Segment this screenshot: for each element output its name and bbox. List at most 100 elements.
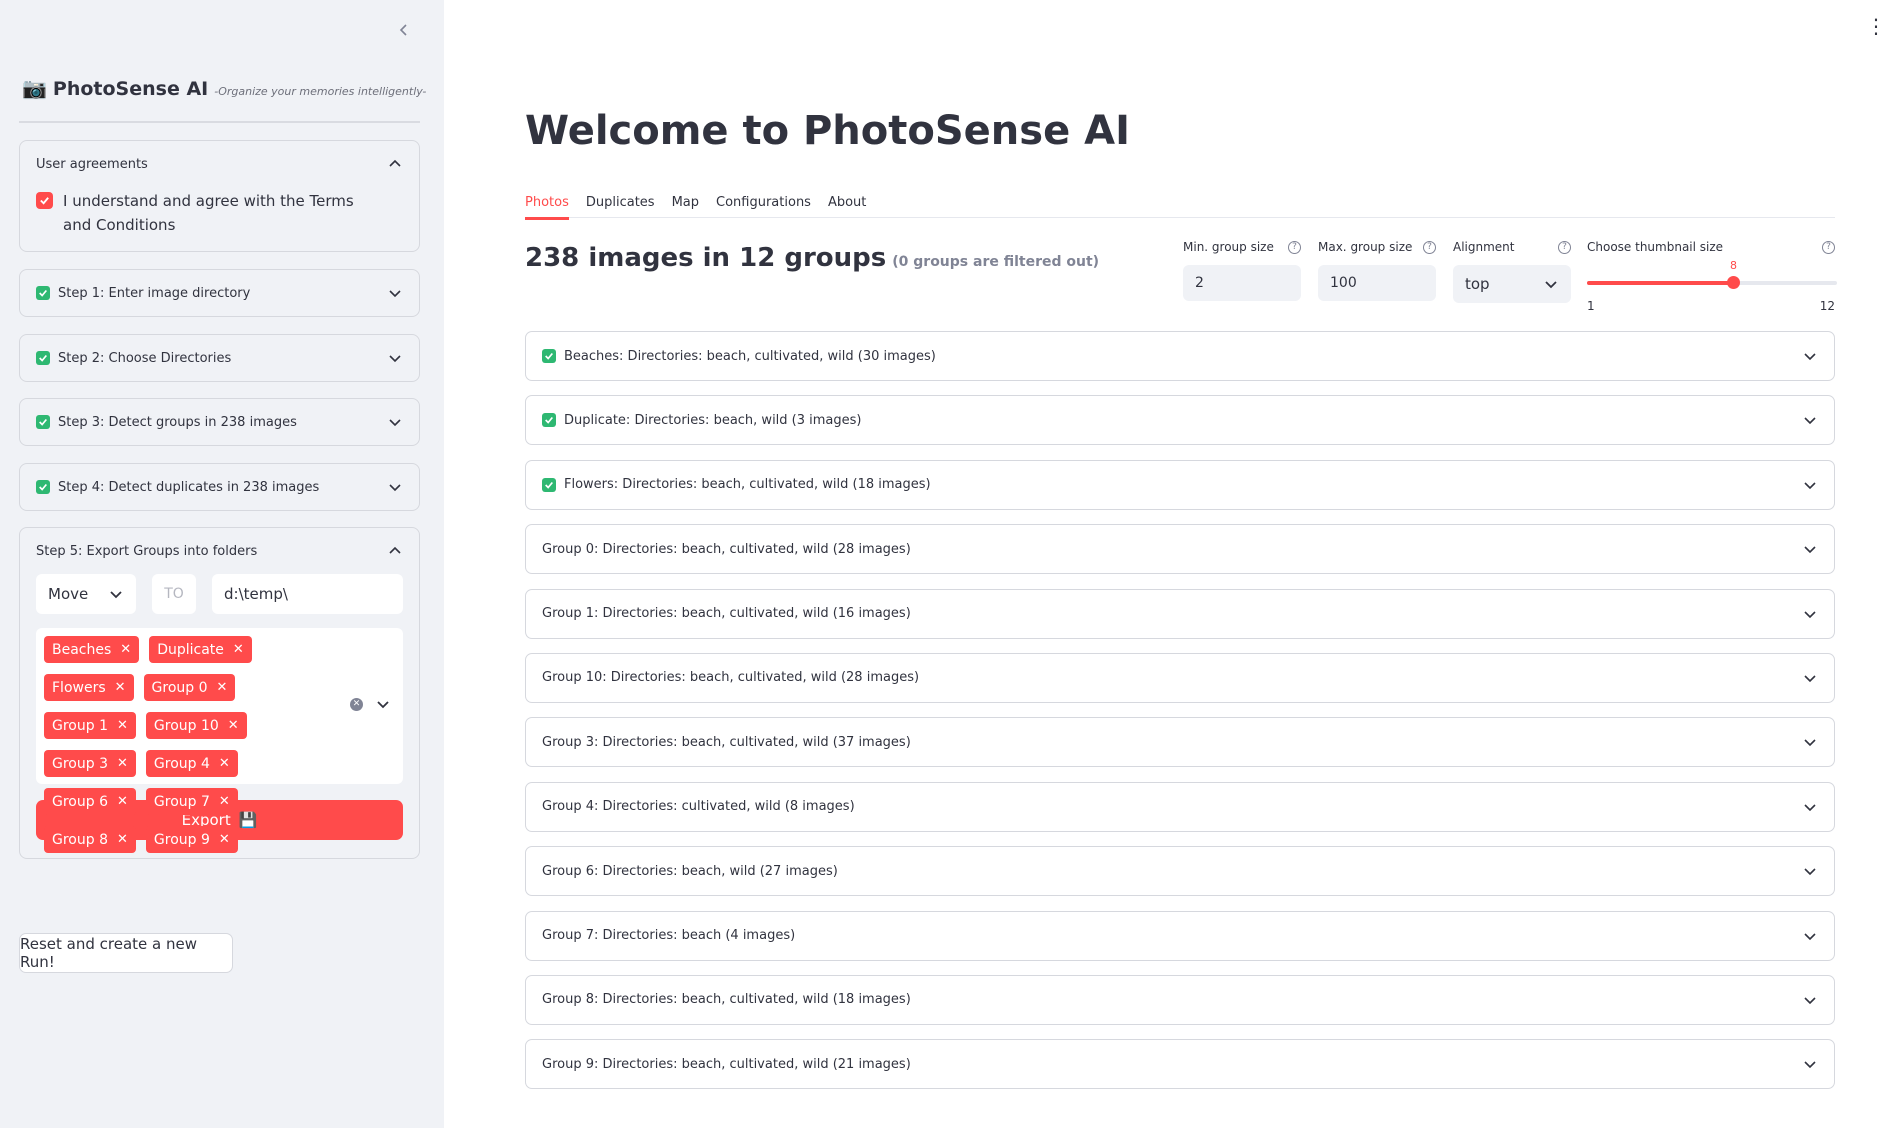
- app-title: PhotoSense AI: [52, 78, 209, 100]
- group-expander[interactable]: Group 7: Directories: beach (4 images): [525, 910, 1835, 961]
- remove-tag-icon[interactable]: ✕: [120, 642, 131, 657]
- thumbnail-size-control: Choose thumbnail size? 8 1 12: [1587, 237, 1837, 317]
- remove-tag-icon[interactable]: ✕: [219, 756, 230, 771]
- export-mode-value: Move: [48, 585, 89, 603]
- step-label: Step 2: Choose Directories: [58, 350, 232, 366]
- tag-label: Group 10: [153, 717, 219, 734]
- step-1-expander[interactable]: Step 1: Enter image directory: [19, 269, 420, 317]
- check-icon: [36, 286, 50, 300]
- tab-photos[interactable]: Photos: [525, 186, 569, 220]
- reset-button[interactable]: Reset and create a new Run!: [19, 933, 233, 973]
- tag-chip: Group 1 ✕: [44, 712, 136, 739]
- step-label: Step 1: Enter image directory: [58, 285, 251, 301]
- app-tagline: -Organize your memories intelligently-: [214, 85, 427, 98]
- remove-tag-icon[interactable]: ✕: [219, 832, 230, 847]
- user-agreements-expander: User agreements I understand and agree w…: [19, 140, 420, 252]
- step-4-expander[interactable]: Step 4: Detect duplicates in 238 images: [19, 463, 420, 511]
- group-expander[interactable]: Group 3: Directories: beach, cultivated,…: [525, 717, 1835, 768]
- user-agreements-header[interactable]: User agreements: [20, 141, 419, 187]
- tag-label: Group 6: [52, 793, 108, 810]
- thumbnail-size-slider[interactable]: [1587, 276, 1837, 289]
- export-mode-select[interactable]: Move: [36, 574, 136, 614]
- more-options-icon[interactable]: ⋮: [1866, 16, 1886, 36]
- group-label: Flowers: Directories: beach, cultivated,…: [564, 477, 931, 493]
- chevron-down-icon: [1802, 863, 1818, 879]
- slider-fill: [1587, 281, 1733, 285]
- tag-label: Group 9: [153, 831, 210, 848]
- to-label: TO: [152, 574, 196, 614]
- export-path-input[interactable]: d:\temp\: [212, 574, 403, 614]
- agree-checkbox[interactable]: [36, 192, 53, 209]
- tag-label: Beaches: [52, 641, 112, 658]
- collapse-sidebar-icon[interactable]: [392, 18, 416, 42]
- group-expander[interactable]: Group 1: Directories: beach, cultivated,…: [525, 588, 1835, 639]
- step-2-expander[interactable]: Step 2: Choose Directories: [19, 334, 420, 382]
- group-expander[interactable]: Group 10: Directories: beach, cultivated…: [525, 652, 1835, 703]
- group-expander[interactable]: Group 0: Directories: beach, cultivated,…: [525, 524, 1835, 575]
- tag-label: Group 3: [52, 755, 108, 772]
- max-group-size-control: Max. group size? 100: [1318, 237, 1436, 301]
- group-label: Group 7: Directories: beach (4 images): [542, 928, 796, 944]
- chevron-down-icon: [1802, 992, 1818, 1008]
- group-expander[interactable]: Group 6: Directories: beach, wild (27 im…: [525, 846, 1835, 897]
- sidebar: 📷 PhotoSense AI -Organize your memories …: [0, 0, 444, 1128]
- tag-label: Group 1: [52, 717, 108, 734]
- group-expander[interactable]: Duplicate: Directories: beach, wild (3 i…: [525, 395, 1835, 446]
- group-expander[interactable]: Group 8: Directories: beach, cultivated,…: [525, 974, 1835, 1025]
- remove-tag-icon[interactable]: ✕: [117, 832, 128, 847]
- chevron-down-icon: [1802, 734, 1818, 750]
- tag-chip: Group 10 ✕: [145, 712, 247, 739]
- tab-about[interactable]: About: [828, 186, 866, 218]
- tag-label: Flowers: [52, 679, 106, 696]
- group-label: Group 1: Directories: beach, cultivated,…: [542, 606, 911, 622]
- agree-checkbox-row[interactable]: I understand and agree with the Terms an…: [20, 187, 419, 251]
- group-expander[interactable]: Group 9: Directories: beach, cultivated,…: [525, 1039, 1835, 1090]
- step-label: Step 5: Export Groups into folders: [36, 543, 258, 559]
- help-icon[interactable]: ?: [1822, 240, 1835, 254]
- group-expander[interactable]: Group 4: Directories: cultivated, wild (…: [525, 781, 1835, 832]
- remove-tag-icon[interactable]: ✕: [115, 680, 126, 695]
- max-group-size-input[interactable]: 100: [1318, 265, 1436, 301]
- help-icon[interactable]: ?: [1423, 240, 1436, 254]
- step-5-header[interactable]: Step 5: Export Groups into folders: [20, 528, 419, 574]
- chevron-down-icon: [1802, 1056, 1818, 1072]
- step-3-expander[interactable]: Step 3: Detect groups in 238 images: [19, 398, 420, 446]
- chevron-down-icon: [1802, 477, 1818, 493]
- chevron-down-icon[interactable]: [375, 696, 391, 712]
- tag-label: Group 8: [52, 831, 108, 848]
- check-icon: [542, 413, 556, 428]
- group-expander[interactable]: Beaches: Directories: beach, cultivated,…: [525, 331, 1835, 381]
- chevron-down-icon: [1802, 928, 1818, 944]
- remove-tag-icon[interactable]: ✕: [217, 680, 228, 695]
- remove-tag-icon[interactable]: ✕: [228, 718, 239, 733]
- clear-icon[interactable]: ✕: [350, 697, 363, 711]
- remove-tag-icon[interactable]: ✕: [219, 794, 230, 809]
- export-groups-multiselect[interactable]: Beaches ✕ Duplicate ✕ Flowers ✕ Group 0 ✕ Group …: [36, 628, 403, 853]
- remove-tag-icon[interactable]: ✕: [117, 718, 128, 733]
- alignment-select[interactable]: top: [1453, 265, 1571, 303]
- tab-map[interactable]: Map: [672, 186, 699, 218]
- step-5-expander: Step 5: Export Groups into folders Move …: [19, 527, 420, 859]
- tag-chip: Group 6 ✕: [44, 788, 136, 815]
- remove-tag-icon[interactable]: ✕: [117, 756, 128, 771]
- slider-thumb[interactable]: [1727, 276, 1740, 289]
- page-title: Welcome to PhotoSense AI: [525, 108, 1130, 154]
- tag-chip: Group 0 ✕: [143, 674, 236, 701]
- tab-configurations[interactable]: Configurations: [716, 186, 811, 218]
- remove-tag-icon[interactable]: ✕: [117, 794, 128, 809]
- summary-main: 238 images in 12 groups: [525, 243, 887, 273]
- tag-chip: Group 8 ✕: [44, 826, 136, 853]
- help-icon[interactable]: ?: [1288, 240, 1301, 254]
- summary-note: (0 groups are filtered out): [892, 254, 1100, 270]
- min-group-size-input[interactable]: 2: [1183, 265, 1301, 301]
- alignment-label: Alignment: [1453, 240, 1515, 254]
- help-icon[interactable]: ?: [1558, 240, 1571, 254]
- remove-tag-icon[interactable]: ✕: [233, 642, 244, 657]
- group-expander[interactable]: Flowers: Directories: beach, cultivated,…: [525, 459, 1835, 510]
- chevron-down-icon: [1802, 670, 1818, 686]
- tab-duplicates[interactable]: Duplicates: [586, 186, 655, 218]
- tag-label: Group 4: [153, 755, 210, 772]
- chevron-up-icon: [387, 543, 403, 559]
- check-icon: [542, 477, 556, 492]
- check-icon: [36, 415, 50, 429]
